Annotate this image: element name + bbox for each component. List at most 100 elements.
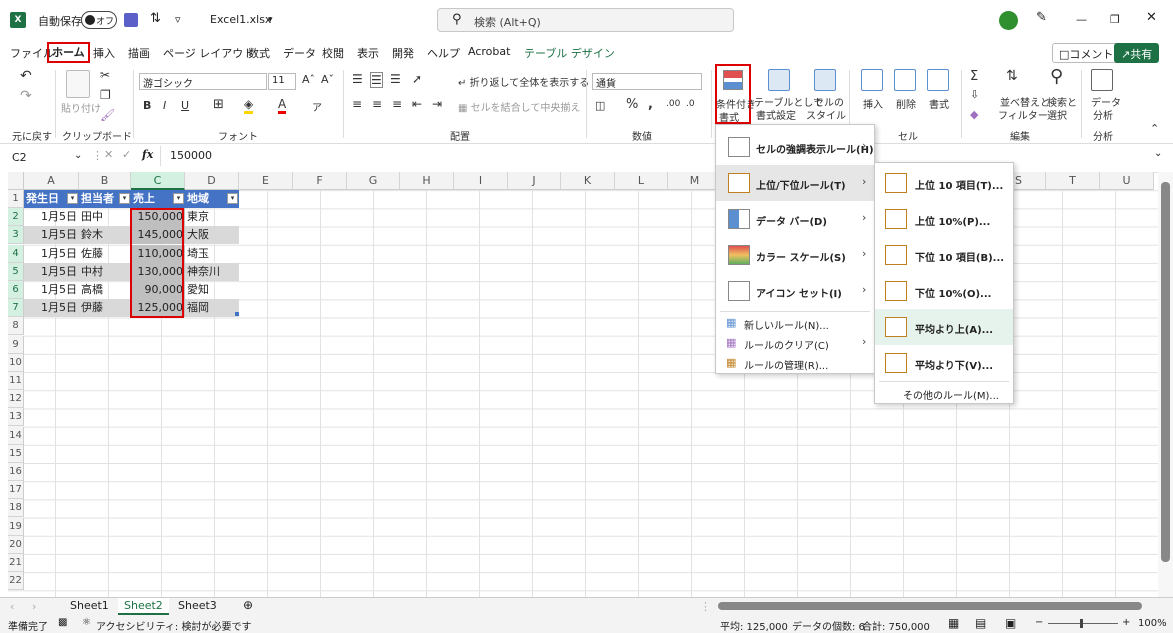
italic-icon[interactable]: I [163,99,166,112]
increase-decimal-icon[interactable]: .00 [666,99,680,109]
cell-styles-line2[interactable]: スタイル [806,107,846,122]
submenu-item-more-rules[interactable]: その他のルール(M)... [903,387,999,402]
menu-item-highlight-rules[interactable]: セルの強調表示ルール(H) › [716,129,874,165]
table-resize-handle[interactable] [235,312,239,316]
zoom-slider[interactable] [1048,623,1118,624]
tab-home[interactable]: ホーム [47,42,90,63]
row-header-3[interactable]: 3 [8,226,24,245]
table-row-cell[interactable]: 1月5日 [24,245,79,263]
align-right-icon[interactable]: ≡ [392,97,402,111]
table-row-cell[interactable]: 高橋 [79,281,131,299]
table-row-cell[interactable]: 伊藤 [79,299,131,318]
row-header-9[interactable]: 9 [8,335,24,354]
enter-icon[interactable]: ✓ [122,148,131,161]
menu-item-icon-sets[interactable]: アイコン セット(I) › [716,273,874,309]
number-format-field[interactable]: 通貨 [592,73,702,90]
font-name-field[interactable]: 游ゴシック [139,73,267,90]
zoom-slider-thumb[interactable] [1080,619,1083,628]
accessibility-icon[interactable]: ⚛ [82,617,91,628]
collapse-ribbon-icon[interactable]: ⌃ [1150,122,1159,135]
delete-cells-icon[interactable] [894,69,916,91]
merge-center-button[interactable]: ▦ セルを結合して中央揃え [458,99,580,114]
column-header-f[interactable]: F [293,172,347,190]
table-row-cell[interactable]: 田中 [79,208,131,226]
table-header-cell[interactable]: 売上 ▾ [131,190,185,208]
bold-icon[interactable]: B [143,99,151,112]
row-header-18[interactable]: 18 [8,499,24,518]
row-header-20[interactable]: 20 [8,535,24,554]
menu-item-manage-rules[interactable]: ▦ ルールの管理(R)... [716,353,874,373]
column-header-m[interactable]: M [668,172,722,190]
table-row-cell[interactable]: 1月5日 [24,226,79,245]
customize-qat-icon[interactable]: ▿ [175,13,181,26]
accessibility-status[interactable]: アクセシビリティ: 検討が必要です [96,618,251,633]
menu-item-top-bottom-rules[interactable]: 上位/下位ルール(T) › [716,165,874,201]
submenu-item-top-10[interactable]: 上位 10 項目(T)... [875,165,1013,201]
page-layout-view-icon[interactable]: ▤ [975,616,986,630]
column-header-c[interactable]: C [131,172,185,190]
cell-styles-icon[interactable] [814,69,836,91]
row-header-4[interactable]: 4 [8,244,24,263]
align-middle-icon[interactable]: ☰ [370,72,383,88]
close-icon[interactable]: ✕ [1146,10,1157,25]
pen-icon[interactable]: ✎ [1036,10,1047,25]
share-button[interactable]: ↗共有 [1114,43,1160,63]
sheet-tab-sheet3[interactable]: Sheet3 [172,598,223,613]
redo-icon[interactable]: ↷ [20,88,32,104]
table-header-cell[interactable]: 担当者 ▾ [79,190,131,208]
restore-icon[interactable]: ❐ [1110,13,1120,26]
row-header-8[interactable]: 8 [8,317,24,336]
normal-view-icon[interactable]: ▦ [948,616,959,630]
submenu-item-bottom-10[interactable]: 下位 10 項目(B)... [875,237,1013,273]
row-header-13[interactable]: 13 [8,408,24,427]
decrease-decimal-icon[interactable]: .0 [686,99,695,109]
menu-item-data-bars[interactable]: データ バー(D) › [716,201,874,237]
align-bottom-icon[interactable]: ☰ [390,72,401,86]
row-header-16[interactable]: 16 [8,463,24,481]
row-header-2[interactable]: 2 [8,208,24,227]
filter-dropdown-icon[interactable]: ▾ [119,193,130,204]
row-header-10[interactable]: 10 [8,353,24,372]
tab-page-layout[interactable]: ページ レイアウト [163,45,254,61]
menu-item-clear-rules[interactable]: ▦ ルールのクリア(C) › [716,333,874,353]
table-row-cell[interactable]: 愛知 [185,281,239,299]
sort-icon[interactable]: ⇅ [150,11,161,26]
table-row-cell[interactable]: 大阪 [185,226,239,245]
zoom-out-icon[interactable]: − [1035,617,1043,628]
autosave-toggle[interactable]: オフ [81,11,117,29]
fill-color-icon[interactable]: ◈ [244,97,254,114]
vertical-scrollbar[interactable] [1158,172,1173,597]
table-row-cell[interactable]: 神奈川 [185,262,239,281]
format-as-table-line2[interactable]: 書式設定 [756,107,796,122]
column-header-b[interactable]: B [79,172,131,190]
tab-view[interactable]: 表示 [357,45,379,61]
column-header-e[interactable]: E [239,172,293,190]
tab-developer[interactable]: 開発 [392,45,414,61]
find-select-line2[interactable]: 選択 [1047,107,1067,122]
comma-style-icon[interactable]: , [648,97,653,112]
format-cells-label[interactable]: 書式 [929,96,949,111]
submenu-item-bottom-10-percent[interactable]: 下位 10%(O)... [875,273,1013,309]
column-header-t[interactable]: T [1046,172,1100,190]
align-top-icon[interactable]: ☰ [352,72,363,86]
column-header-k[interactable]: K [561,172,615,190]
format-painter-icon[interactable]: 🖌 [100,108,115,122]
analyze-data-icon[interactable] [1091,69,1113,91]
tab-acrobat[interactable]: Acrobat [468,45,510,58]
horizontal-scrollbar-thumb[interactable] [718,602,1142,610]
find-select-icon[interactable]: ⚲ [1050,66,1063,87]
table-row-cell[interactable]: 福岡 [185,299,239,318]
accounting-format-icon[interactable]: ◫ [595,99,605,112]
shrink-font-icon[interactable]: Aˇ [321,73,334,86]
row-header-14[interactable]: 14 [8,426,24,445]
insert-cells-icon[interactable] [861,69,883,91]
comment-button[interactable]: □コメント [1052,43,1121,63]
add-sheet-icon[interactable]: ⊕ [243,598,253,612]
row-header-12[interactable]: 12 [8,390,24,409]
filter-dropdown-icon[interactable]: ▾ [173,193,184,204]
column-header-g[interactable]: G [347,172,400,190]
table-row-cell[interactable]: 中村 [79,262,131,281]
table-row-cell[interactable]: 埼玉 [185,245,239,263]
table-header-cell[interactable]: 地域 ▾ [185,190,239,208]
border-icon[interactable]: ⊞ [213,97,224,112]
